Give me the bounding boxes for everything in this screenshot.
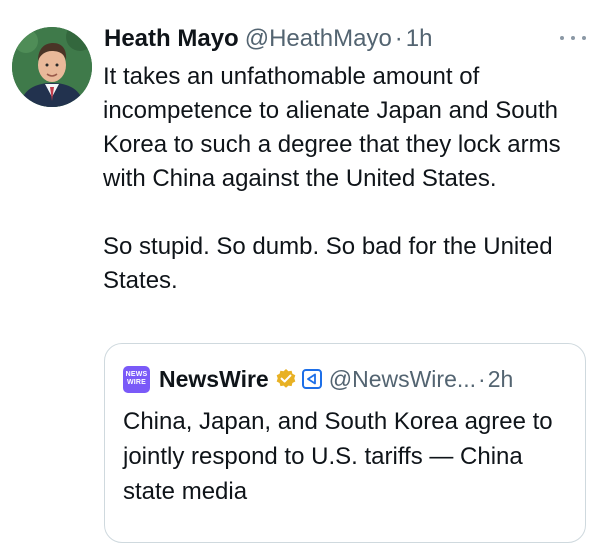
author-name[interactable]: Heath Mayo — [104, 25, 239, 53]
author-handle[interactable]: @HeathMayo — [245, 25, 392, 53]
more-horizontal-icon[interactable] — [560, 30, 586, 46]
tweet-paragraph: It takes an unfathomable amount of incom… — [103, 63, 561, 192]
quoted-tweet[interactable]: NEWS WIRE NewsWire @NewsWire... · 2h Chi… — [104, 343, 586, 543]
author-avatar[interactable] — [12, 27, 92, 107]
quoted-tweet-timestamp[interactable]: 2h — [488, 366, 514, 393]
tweet[interactable]: Heath Mayo @HeathMayo · 1h It takes an u… — [0, 0, 600, 543]
newswire-avatar-text: WIRE — [126, 379, 147, 386]
tweet-timestamp[interactable]: 1h — [406, 25, 433, 53]
tweet-paragraph: So stupid. So dumb. So bad for the Unite… — [103, 233, 553, 294]
tweet-header: Heath Mayo @HeathMayo · 1h — [104, 22, 433, 56]
quoted-author-name[interactable]: NewsWire — [159, 366, 269, 393]
newswire-avatar[interactable]: NEWS WIRE — [123, 365, 150, 393]
newswire-avatar-text: NEWS — [125, 371, 148, 378]
quoted-tweet-header: NEWS WIRE NewsWire @NewsWire... · 2h — [123, 364, 513, 394]
verified-badge-icon — [275, 368, 297, 390]
header-separator: · — [394, 25, 403, 52]
tweet-text: It takes an unfathomable amount of incom… — [103, 60, 588, 298]
quoted-tweet-text: China, Japan, and South Korea agree to j… — [123, 408, 553, 505]
quoted-author-handle[interactable]: @NewsWire... — [329, 366, 476, 393]
affiliate-badge-icon — [301, 368, 323, 390]
quoted-header-separator: · — [478, 365, 486, 392]
